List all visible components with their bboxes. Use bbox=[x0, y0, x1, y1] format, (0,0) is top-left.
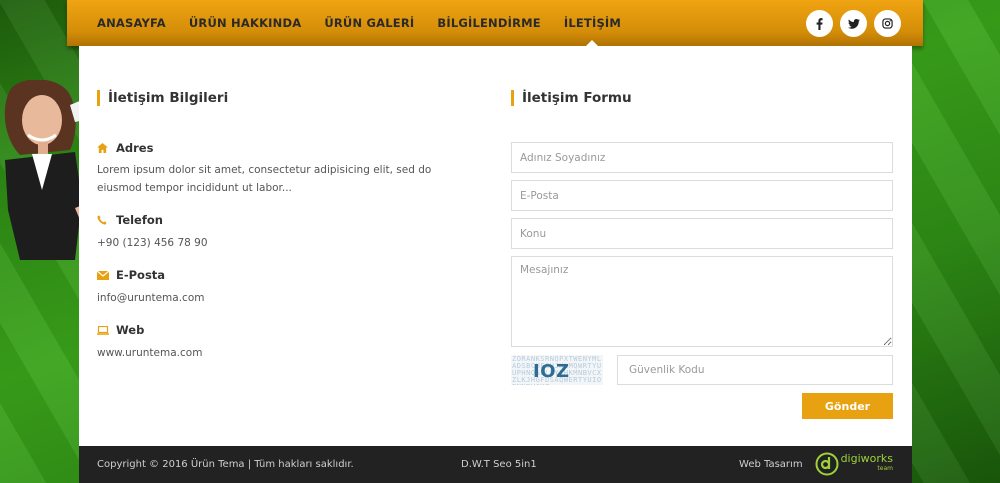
nav-item-bilgilendirme[interactable]: BİLGİLENDİRME bbox=[437, 16, 540, 30]
home-icon bbox=[97, 143, 109, 153]
top-navbar: ANASAYFA ÜRÜN HAKKINDA ÜRÜN GALERİ BİLGİ… bbox=[67, 0, 923, 46]
logo-main-text: digiworks bbox=[840, 452, 893, 465]
send-button[interactable]: Gönder bbox=[802, 393, 893, 419]
web-design-credit: Web Tasarım digiworks team bbox=[739, 452, 893, 476]
security-code-input[interactable] bbox=[617, 355, 893, 385]
logo-sub-text: team bbox=[877, 465, 893, 472]
contact-form-title: İletişim Formu bbox=[511, 90, 632, 106]
phone-label: Telefon bbox=[116, 213, 163, 227]
contact-info-title: İletişim Bilgileri bbox=[97, 90, 228, 106]
main-menu: ANASAYFA ÜRÜN HAKKINDA ÜRÜN GALERİ BİLGİ… bbox=[97, 0, 644, 46]
email-text: info@uruntema.com bbox=[97, 292, 205, 304]
nav-item-urun-hakkinda[interactable]: ÜRÜN HAKKINDA bbox=[189, 16, 301, 30]
name-input[interactable] bbox=[511, 142, 893, 173]
facebook-icon[interactable] bbox=[806, 10, 833, 37]
digiworks-logo-text: digiworks team bbox=[840, 452, 893, 474]
envelope-icon bbox=[97, 270, 109, 280]
seo-link[interactable]: D.W.T Seo 5in1 bbox=[461, 459, 537, 470]
nav-item-anasayfa[interactable]: ANASAYFA bbox=[97, 16, 166, 30]
twitter-icon[interactable] bbox=[840, 10, 867, 37]
email-input[interactable] bbox=[511, 180, 893, 211]
digiworks-logo[interactable]: digiworks team bbox=[815, 452, 893, 476]
web-label: Web bbox=[116, 323, 145, 337]
instagram-icon[interactable] bbox=[874, 10, 901, 37]
phone-heading: Telefon bbox=[97, 213, 163, 227]
web-design-label: Web Tasarım bbox=[739, 458, 803, 470]
web-heading: Web bbox=[97, 323, 144, 337]
content-panel: İletişim Bilgileri Adres Lorem ipsum dol… bbox=[79, 46, 912, 446]
copyright-text: Copyright © 2016 Ürün Tema | Tüm hakları… bbox=[97, 459, 354, 470]
captcha-code: IOZ bbox=[533, 361, 570, 382]
phone-icon bbox=[97, 215, 109, 225]
digiworks-logo-icon bbox=[815, 452, 839, 476]
phone-text: +90 (123) 456 78 90 bbox=[97, 237, 208, 249]
nav-item-urun-galeri[interactable]: ÜRÜN GALERİ bbox=[324, 16, 414, 30]
subject-input[interactable] bbox=[511, 218, 893, 249]
address-heading: Adres bbox=[97, 141, 153, 155]
email-label: E-Posta bbox=[116, 268, 166, 282]
address-label: Adres bbox=[116, 141, 154, 155]
nav-item-iletisim[interactable]: İLETİŞİM bbox=[564, 16, 621, 30]
web-text: www.uruntema.com bbox=[97, 347, 203, 359]
footer: Copyright © 2016 Ürün Tema | Tüm hakları… bbox=[79, 446, 912, 483]
laptop-icon bbox=[97, 325, 109, 335]
message-textarea[interactable] bbox=[511, 256, 893, 347]
captcha-image: ZORANKSRNQPXTWENYMLADSBCHFGHJKLMQWRTYUUP… bbox=[511, 355, 603, 385]
email-heading: E-Posta bbox=[97, 268, 165, 282]
social-links bbox=[799, 10, 901, 37]
address-text: Lorem ipsum dolor sit amet, consectetur … bbox=[97, 164, 432, 194]
